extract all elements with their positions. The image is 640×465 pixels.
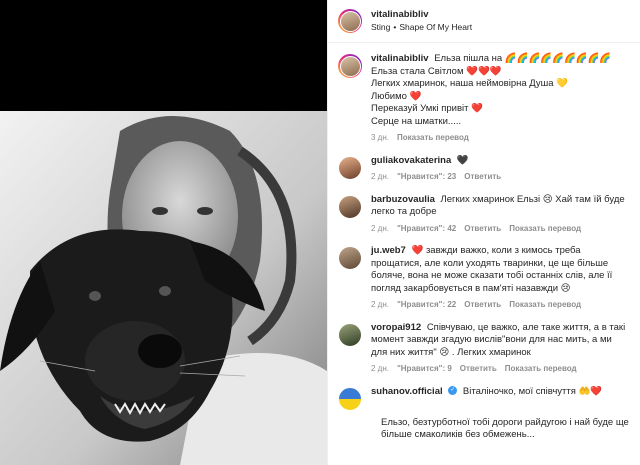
reply-button[interactable]: Ответить (464, 171, 501, 184)
caption-avatar[interactable] (338, 54, 362, 78)
author-avatar[interactable] (338, 9, 362, 33)
commenter-username[interactable]: guliakovakaterina (371, 155, 451, 166)
comment-continuation: Ельзо, безтурботної тобі дороги райдугою… (381, 416, 629, 441)
comment-text: Віталіночко, мої співчуття 🤲❤️ (462, 385, 603, 397)
reply-button[interactable]: Ответить (464, 223, 501, 236)
verified-badge-icon: ✓ (448, 386, 458, 396)
likes-count[interactable]: "Нравится": 23 (397, 171, 456, 184)
comment-time[interactable]: 2 дн. (371, 363, 389, 376)
caption-username[interactable]: vitalinabibliv (371, 53, 429, 64)
translate-button[interactable]: Показать перевод (509, 299, 581, 312)
caption-line: Переказуй Умкі привіт ❤️ (371, 103, 483, 114)
post-sidebar: vitalinabibliv Sting • Shape Of My Heart v… (327, 0, 640, 465)
commenter-avatar[interactable] (338, 386, 362, 411)
commenter-avatar[interactable] (338, 194, 362, 219)
translate-button[interactable]: Показать перевод (509, 223, 581, 236)
caption-line: Ельза стала Світлом ❤️❤️❤️ (371, 65, 502, 77)
caption-line: Ельза пішла на 🌈🌈🌈🌈🌈🌈🌈🌈🌈 (434, 53, 612, 64)
caption-time[interactable]: 3 дн. (371, 132, 389, 145)
comment-text: 🖤 (456, 154, 469, 166)
commenter-avatar[interactable] (338, 322, 362, 347)
commenter-avatar[interactable] (338, 246, 362, 270)
post-media[interactable] (0, 0, 327, 465)
reply-button[interactable]: Ответить (460, 363, 497, 376)
comment: guliakovakaterina 🖤 2 дн. "Нравится": 23… (338, 155, 630, 184)
post-header: vitalinabibliv Sting • Shape Of My Heart (328, 0, 640, 43)
comment-time[interactable]: 2 дн. (371, 223, 389, 236)
post-window: vitalinabibliv Sting • Shape Of My Heart v… (0, 0, 640, 465)
comment: voropai912 Співчуваю, це важко, але таке… (338, 322, 630, 376)
reply-button[interactable]: Ответить (464, 299, 501, 312)
comment-time[interactable]: 2 дн. (371, 299, 389, 312)
likes-count[interactable]: "Нравится": 42 (397, 223, 456, 236)
author-username[interactable]: vitalinabibliv (371, 8, 472, 21)
caption-line: Любимо ❤️ (371, 90, 422, 102)
commenter-avatar[interactable] (338, 155, 362, 180)
caption-line: Серце на шматки..... (371, 115, 462, 127)
commenter-username[interactable]: voropai912 (371, 322, 421, 333)
translate-button[interactable]: Показать перевод (505, 363, 577, 376)
commenter-username[interactable]: ju.web7 (371, 245, 406, 256)
separator-dot: • (393, 22, 397, 32)
comment-text: ❤️ завжди важко, коли з кимось треба про… (371, 245, 613, 294)
audio-track[interactable]: Sting • Shape Of My Heart (371, 21, 472, 34)
comment: ju.web7 ❤️ завжди важко, коли з кимось т… (338, 245, 630, 312)
commenter-username[interactable]: barbuzovaulia (371, 194, 435, 205)
caption-line: Легких хмаринок, наша неймовірна Душа 💛 (371, 78, 569, 89)
track-title: Shape Of My Heart (399, 22, 473, 32)
comment-time[interactable]: 2 дн. (371, 171, 389, 184)
caption: vitalinabibliv Ельза пішла на 🌈🌈🌈🌈🌈🌈🌈🌈🌈 … (338, 53, 630, 145)
likes-count[interactable]: "Нравится": 9 (397, 363, 452, 376)
comments-list: vitalinabibliv Ельза пішла на 🌈🌈🌈🌈🌈🌈🌈🌈🌈 … (328, 43, 640, 442)
commenter-username[interactable]: suhanov.official (371, 386, 443, 397)
translate-button[interactable]: Показать перевод (397, 132, 469, 145)
track-artist: Sting (371, 22, 391, 32)
comment: suhanov.official ✓ Віталіночко, мої спів… (338, 386, 630, 411)
dog-photo (0, 111, 327, 465)
likes-count[interactable]: "Нравится": 22 (397, 299, 456, 312)
comment: barbuzovaulia Легких хмаринок Ельзі 😢 Ха… (338, 194, 630, 236)
